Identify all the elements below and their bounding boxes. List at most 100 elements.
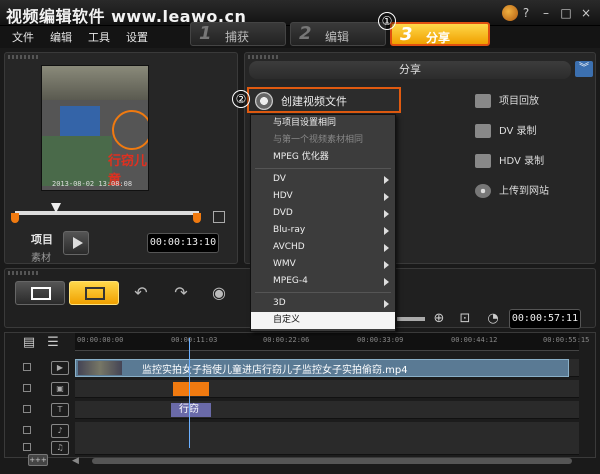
maximize-icon[interactable]: □ bbox=[558, 5, 574, 21]
submenu-arrow-icon bbox=[384, 210, 389, 218]
menu-item-dvd[interactable]: DVD bbox=[251, 205, 395, 222]
enlarge-icon[interactable] bbox=[213, 211, 225, 223]
time-ruler[interactable]: 00:00:00:00 00:00:11:03 00:00:22:06 00:0… bbox=[75, 333, 589, 351]
music-track bbox=[75, 439, 579, 455]
step-label: 分享 bbox=[426, 31, 451, 45]
menu-item-dv[interactable]: DV bbox=[251, 171, 395, 188]
upload-web-button[interactable]: 上传到网站 bbox=[473, 181, 549, 203]
scrub-bar[interactable] bbox=[15, 211, 199, 215]
menu-item-same-as-first-clip: 与第一个视频素材相同 bbox=[273, 135, 364, 145]
timeline-horizontal-scrollbar[interactable] bbox=[92, 458, 572, 464]
overlay-track-icon[interactable]: ▣ bbox=[51, 382, 69, 396]
microphone-icon[interactable]: ♪ bbox=[51, 424, 69, 438]
dv-record-button[interactable]: DV 录制 bbox=[473, 121, 549, 143]
play-button[interactable] bbox=[63, 231, 89, 255]
overlay-track-header: ▣ bbox=[5, 380, 75, 398]
timeline-view-button[interactable] bbox=[69, 281, 119, 305]
video-track-icon[interactable]: ▶ bbox=[51, 361, 69, 375]
storyboard-view-button[interactable] bbox=[15, 281, 65, 305]
project-playback-button[interactable]: 项目回放 bbox=[473, 91, 549, 113]
add-track-button[interactable]: +++ bbox=[28, 454, 48, 466]
video-preview: 行窃儿童 2013-08-02 13:08:08 bbox=[41, 65, 149, 191]
share-options: 项目回放 DV 录制 HDV 录制 上传到网站 bbox=[473, 91, 549, 211]
camcorder-icon bbox=[475, 124, 491, 138]
menu-item-avchd[interactable]: AVCHD bbox=[251, 239, 395, 256]
main-menu: 文件 编辑 工具 设置 bbox=[4, 29, 156, 45]
track-manager-icon[interactable]: ▤ bbox=[21, 335, 37, 351]
tab-edit[interactable]: 2 编辑 bbox=[290, 22, 386, 46]
globe-icon bbox=[475, 184, 491, 198]
record-capture-icon[interactable]: ◉ bbox=[209, 283, 229, 303]
trim-end-handle[interactable] bbox=[193, 213, 201, 223]
scroll-left-icon[interactable]: ◀ bbox=[72, 456, 79, 466]
menu-item-label: 3D bbox=[273, 298, 286, 308]
menu-item-wmv[interactable]: WMV bbox=[251, 256, 395, 273]
menu-item-label: AVCHD bbox=[273, 242, 305, 252]
minimize-icon[interactable]: – bbox=[538, 5, 554, 21]
undo-icon[interactable]: ↶ bbox=[131, 283, 151, 303]
video-timestamp: 2013-08-02 13:08:08 bbox=[52, 180, 133, 188]
step-number: 3 bbox=[400, 24, 413, 45]
annotation-two: ② bbox=[232, 90, 250, 108]
video-clip[interactable]: 监控实拍女子指使儿童进店行窃儿子监控女子实拍偷窃.mp4 bbox=[75, 359, 569, 377]
title-track-icon[interactable]: T bbox=[51, 403, 69, 417]
project-duration: 00:00:57:11 bbox=[509, 309, 581, 329]
music-note-icon[interactable]: ♫ bbox=[51, 441, 69, 455]
menu-item-3d[interactable]: 3D bbox=[251, 295, 395, 312]
lock-icon[interactable] bbox=[23, 384, 31, 392]
voice-track bbox=[75, 422, 579, 440]
lock-icon[interactable] bbox=[23, 363, 31, 371]
menu-edit[interactable]: 编辑 bbox=[42, 29, 80, 45]
menu-item-mpeg-optimizer[interactable]: MPEG 优化器 bbox=[251, 149, 395, 166]
create-video-file-button[interactable]: 创建视频文件 bbox=[247, 87, 401, 113]
redo-icon[interactable]: ↷ bbox=[171, 283, 191, 303]
lock-icon[interactable] bbox=[23, 405, 31, 413]
tab-capture[interactable]: 1 捕获 bbox=[190, 22, 286, 46]
mode-project[interactable]: 项目 bbox=[31, 231, 53, 247]
title-clip[interactable]: 行窃 bbox=[171, 403, 211, 417]
zoom-slider[interactable] bbox=[397, 317, 425, 321]
collapse-chevron-icon[interactable]: ︾ bbox=[575, 61, 593, 77]
voice-track-header: ♪ bbox=[5, 422, 75, 440]
menu-separator bbox=[255, 292, 391, 293]
menu-tools[interactable]: 工具 bbox=[80, 29, 118, 45]
panel-grip[interactable] bbox=[8, 55, 38, 59]
menu-item-mpeg4[interactable]: MPEG-4 bbox=[251, 273, 395, 290]
overlay-clip[interactable] bbox=[173, 382, 209, 396]
option-label: 项目回放 bbox=[499, 96, 539, 107]
chapter-list-icon[interactable]: ☰ bbox=[45, 335, 61, 351]
hdv-record-button[interactable]: HDV 录制 bbox=[473, 151, 549, 173]
submenu-arrow-icon bbox=[384, 227, 389, 235]
help-icon[interactable]: ? bbox=[518, 5, 534, 21]
menu-item-hdv[interactable]: HDV bbox=[251, 188, 395, 205]
step-label: 编辑 bbox=[325, 30, 350, 44]
title-track-header: T bbox=[5, 401, 75, 419]
submenu-arrow-icon bbox=[384, 261, 389, 269]
lock-icon[interactable] bbox=[23, 426, 31, 434]
tab-share[interactable]: 3 分享 bbox=[390, 22, 490, 46]
panel-grip[interactable] bbox=[248, 55, 278, 59]
menu-item-same-as-project[interactable]: 与项目设置相同 bbox=[251, 115, 395, 132]
menu-item-label: MPEG-4 bbox=[273, 276, 308, 286]
menu-settings[interactable]: 设置 bbox=[118, 29, 156, 45]
submenu-arrow-icon bbox=[384, 176, 389, 184]
menu-item-custom[interactable]: 自定义 bbox=[251, 312, 395, 329]
close-icon[interactable]: × bbox=[578, 5, 594, 21]
share-header: 分享 bbox=[249, 61, 571, 79]
zoom-in-icon[interactable]: ⊕ bbox=[431, 311, 447, 327]
trim-start-handle[interactable] bbox=[11, 213, 19, 223]
menu-item-bluray[interactable]: Blu-ray bbox=[251, 222, 395, 239]
playhead[interactable] bbox=[189, 338, 190, 448]
menu-file[interactable]: 文件 bbox=[4, 29, 42, 45]
app-logo-icon[interactable] bbox=[502, 5, 518, 21]
option-label: 上传到网站 bbox=[499, 186, 549, 197]
video-scene bbox=[42, 136, 112, 186]
create-video-label: 创建视频文件 bbox=[281, 95, 347, 108]
workflow-steps: 1 捕获 2 编辑 3 分享 bbox=[190, 22, 494, 48]
video-clip-label: 监控实拍女子指使儿童进店行窃儿子监控女子实拍偷窃.mp4 bbox=[142, 365, 408, 376]
timecode-display[interactable]: 00:00:13:10 bbox=[147, 233, 219, 253]
fit-to-window-icon[interactable]: ⊡ bbox=[457, 311, 473, 327]
panel-grip[interactable] bbox=[8, 271, 38, 275]
mode-clip[interactable]: 素材 bbox=[31, 249, 53, 264]
lock-icon[interactable] bbox=[23, 443, 31, 451]
